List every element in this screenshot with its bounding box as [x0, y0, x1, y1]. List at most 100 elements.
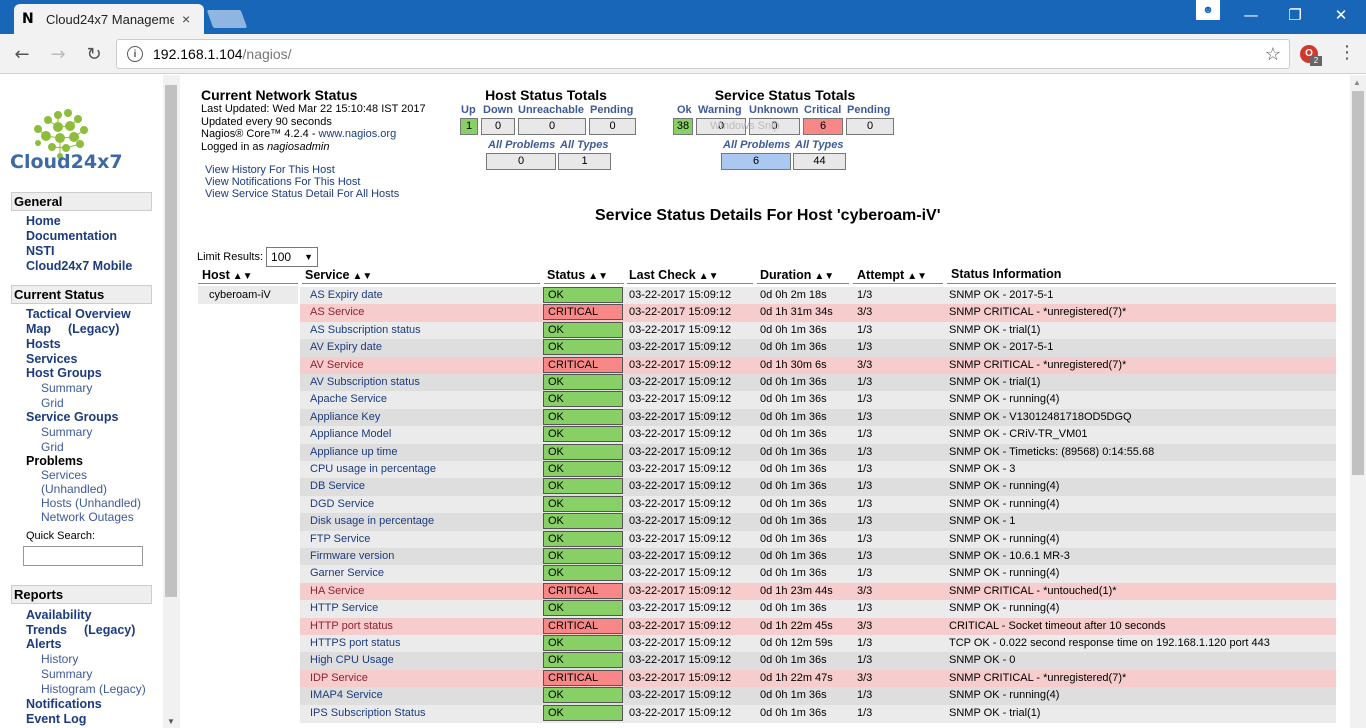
service-all-types-label[interactable]: All Types	[795, 139, 844, 151]
service-name-link[interactable]: Apache Service	[300, 391, 540, 407]
sort-arrows-icon[interactable]: ▲▼	[699, 271, 719, 282]
nav-map[interactable]: Map	[26, 322, 51, 336]
limit-results-select[interactable]: 100 ▼	[266, 247, 319, 267]
service-name-link[interactable]: CPU usage in percentage	[300, 461, 540, 477]
sidebar-scrollbar[interactable]: ▼	[163, 75, 180, 728]
scroll-down-icon[interactable]: ▼	[167, 717, 175, 726]
service-name-link[interactable]: IMAP4 Service	[300, 687, 540, 703]
service-label-critical[interactable]: Critical	[804, 104, 841, 116]
maximize-icon[interactable]: ❐	[1272, 0, 1318, 30]
host-count-pending[interactable]: 0	[589, 118, 636, 135]
nav-problems-services[interactable]: Services	[41, 468, 87, 482]
service-name-link[interactable]: Appliance up time	[300, 444, 540, 460]
column-service[interactable]: Service ▲▼	[305, 268, 372, 282]
service-name-link[interactable]: Disk usage in percentage	[300, 513, 540, 529]
main-scroll-thumb[interactable]	[1352, 91, 1364, 475]
service-count-critical[interactable]: 6	[803, 118, 843, 135]
main-scrollbar[interactable]: ▲	[1350, 75, 1366, 728]
column-attempt[interactable]: Attempt ▲▼	[857, 268, 927, 282]
nav-host-groups-grid[interactable]: Grid	[41, 396, 64, 410]
service-count-ok[interactable]: 38	[673, 118, 693, 135]
column-last-check[interactable]: Last Check ▲▼	[629, 268, 719, 282]
service-all-problems-label[interactable]: All Problems	[723, 139, 790, 151]
service-name-link[interactable]: HTTP port status	[300, 618, 540, 634]
service-name-link[interactable]: AS Expiry date	[300, 287, 540, 303]
nav-service-groups-summary[interactable]: Summary	[41, 425, 92, 439]
nav-hosts[interactable]: Hosts	[26, 337, 61, 351]
link-view-history[interactable]: View History For This Host	[205, 164, 399, 176]
service-name-link[interactable]: HTTPS port status	[300, 635, 540, 651]
service-name-link[interactable]: AV Service	[300, 357, 540, 373]
service-label-warning[interactable]: Warning	[698, 104, 742, 116]
service-name-link[interactable]: AS Subscription status	[300, 322, 540, 338]
service-name-link[interactable]: Garner Service	[300, 565, 540, 581]
service-name-link[interactable]: IDP Service	[300, 670, 540, 686]
nav-mobile[interactable]: Cloud24x7 Mobile	[26, 259, 132, 273]
browser-menu-icon[interactable]: ⋮	[1338, 42, 1356, 66]
service-label-ok[interactable]: Ok	[677, 104, 692, 116]
service-all-types-count[interactable]: 44	[793, 153, 846, 170]
service-label-pending[interactable]: Pending	[847, 104, 890, 116]
nav-services[interactable]: Services	[26, 352, 77, 366]
nav-problems-hosts[interactable]: Hosts (Unhandled)	[41, 496, 141, 510]
nav-event-log[interactable]: Event Log	[26, 712, 86, 726]
column-status[interactable]: Status ▲▼	[547, 268, 608, 282]
column-duration[interactable]: Duration ▲▼	[760, 268, 834, 282]
service-name-link[interactable]: Appliance Model	[300, 426, 540, 442]
reload-icon[interactable]: ↻	[82, 42, 106, 66]
nav-host-groups-summary[interactable]: Summary	[41, 381, 92, 395]
nav-tactical-overview[interactable]: Tactical Overview	[26, 307, 131, 321]
service-name-link[interactable]: AV Expiry date	[300, 339, 540, 355]
service-name-link[interactable]: FTP Service	[300, 531, 540, 547]
nav-trends[interactable]: Trends	[26, 623, 67, 637]
browser-tab[interactable]: N Cloud24x7 Manageme ×	[14, 4, 204, 34]
service-name-link[interactable]: DB Service	[300, 478, 540, 494]
sort-arrows-icon[interactable]: ▲▼	[814, 271, 834, 282]
service-name-link[interactable]: IPS Subscription Status	[300, 705, 540, 721]
service-name-link[interactable]: Appliance Key	[300, 409, 540, 425]
nav-service-groups-grid[interactable]: Grid	[41, 440, 64, 454]
column-host[interactable]: Host ▲▼	[202, 268, 253, 282]
nav-alerts[interactable]: Alerts	[26, 637, 61, 651]
address-bar[interactable]: i 192.168.1.104/nagios/ ☆	[116, 39, 1290, 69]
host-name-cell[interactable]: cyberoam-iV	[198, 286, 298, 304]
sort-arrows-icon[interactable]: ▲▼	[233, 271, 253, 282]
service-name-link[interactable]: HTTP Service	[300, 600, 540, 616]
scroll-up-icon[interactable]: ▲	[1353, 78, 1361, 87]
link-view-notifications[interactable]: View Notifications For This Host	[205, 176, 399, 188]
host-count-unreachable[interactable]: 0	[518, 118, 586, 135]
nav-alerts-histogram[interactable]: Histogram (Legacy)	[41, 682, 146, 696]
service-label-unknown[interactable]: Unknown	[749, 104, 799, 116]
service-all-problems-count[interactable]: 6	[721, 153, 791, 170]
nav-map-legacy[interactable]: (Legacy)	[68, 322, 119, 336]
minimize-icon[interactable]: —	[1228, 0, 1274, 30]
nav-host-groups[interactable]: Host Groups	[26, 366, 102, 380]
host-label-pending[interactable]: Pending	[590, 104, 633, 116]
sort-arrows-icon[interactable]: ▲▼	[588, 271, 608, 282]
nav-notifications[interactable]: Notifications	[26, 697, 102, 711]
nav-problems-unhandled[interactable]: (Unhandled)	[41, 482, 107, 496]
sort-arrows-icon[interactable]: ▲▼	[907, 271, 927, 282]
site-info-icon[interactable]: i	[127, 46, 143, 62]
nav-nsti[interactable]: NSTI	[26, 244, 54, 258]
service-name-link[interactable]: Firmware version	[300, 548, 540, 564]
tab-close-icon[interactable]: ×	[182, 11, 190, 27]
service-name-link[interactable]: HA Service	[300, 583, 540, 599]
profile-icon[interactable]: ☻	[1196, 0, 1220, 20]
service-name-link[interactable]: AS Service	[300, 304, 540, 320]
nagios-link[interactable]: www.nagios.org	[319, 128, 397, 140]
back-arrow-icon[interactable]: ←	[10, 42, 34, 66]
nav-home[interactable]: Home	[26, 214, 61, 228]
nav-network-outages[interactable]: Network Outages	[41, 510, 134, 524]
new-tab-button[interactable]	[206, 10, 248, 28]
nav-trends-legacy[interactable]: (Legacy)	[84, 623, 135, 637]
nav-documentation[interactable]: Documentation	[26, 229, 117, 243]
service-name-link[interactable]: DGD Service	[300, 496, 540, 512]
quick-search-input[interactable]	[23, 546, 143, 566]
nav-service-groups[interactable]: Service Groups	[26, 410, 118, 424]
nav-problems[interactable]: Problems	[26, 454, 83, 468]
window-close-icon[interactable]: ✕	[1318, 0, 1364, 30]
service-name-link[interactable]: AV Subscription status	[300, 374, 540, 390]
bookmark-star-icon[interactable]: ☆	[1265, 44, 1281, 65]
host-label-up[interactable]: Up	[461, 104, 476, 116]
